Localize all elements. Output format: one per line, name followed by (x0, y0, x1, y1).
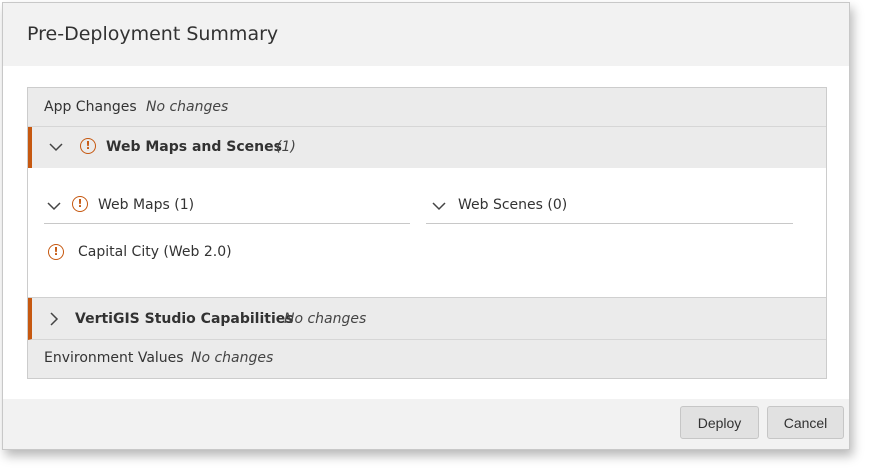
web-maps-scenes-count: (1) (276, 139, 296, 155)
web-maps-subheader[interactable]: ! Web Maps (1) (44, 187, 410, 224)
environment-values-status: No changes (191, 350, 274, 366)
deploy-button[interactable]: Deploy (680, 406, 759, 439)
pre-deployment-dialog: Pre-Deployment Summary App Changes No ch… (2, 2, 850, 450)
chevron-down-icon[interactable] (48, 139, 64, 155)
cancel-button[interactable]: Cancel (767, 406, 844, 439)
web-maps-scenes-body: ! Web Maps (1) Web Scenes (0) ! Capital … (28, 168, 826, 298)
chevron-down-icon[interactable] (46, 198, 62, 214)
dialog-header: Pre-Deployment Summary (3, 3, 849, 66)
warning-icon: ! (72, 196, 88, 212)
capabilities-label: VertiGIS Studio Capabilities (75, 311, 294, 327)
capabilities-status: No changes (284, 311, 367, 327)
environment-values-row: Environment Values No changes (28, 340, 826, 378)
summary-panel: App Changes No changes ! Web Maps and Sc… (27, 87, 827, 379)
app-changes-label: App Changes (44, 99, 137, 115)
web-maps-scenes-header[interactable]: ! Web Maps and Scenes (1) (28, 127, 826, 168)
dialog-title: Pre-Deployment Summary (27, 23, 279, 45)
warning-icon: ! (48, 244, 64, 260)
dialog-footer: Deploy Cancel (3, 399, 849, 449)
web-map-item-label: Capital City (Web 2.0) (78, 244, 232, 260)
web-scenes-label: Web Scenes (0) (458, 197, 568, 213)
warning-icon: ! (80, 138, 96, 154)
chevron-down-icon[interactable] (431, 198, 447, 214)
web-maps-label: Web Maps (1) (98, 197, 195, 213)
web-maps-scenes-label: Web Maps and Scenes (106, 139, 282, 155)
capabilities-header[interactable]: VertiGIS Studio Capabilities No changes (28, 298, 826, 340)
environment-values-label: Environment Values (44, 350, 184, 366)
app-changes-status: No changes (146, 99, 229, 115)
web-scenes-subheader[interactable]: Web Scenes (0) (426, 187, 793, 224)
app-changes-row: App Changes No changes (28, 88, 826, 127)
chevron-right-icon[interactable] (46, 311, 62, 327)
